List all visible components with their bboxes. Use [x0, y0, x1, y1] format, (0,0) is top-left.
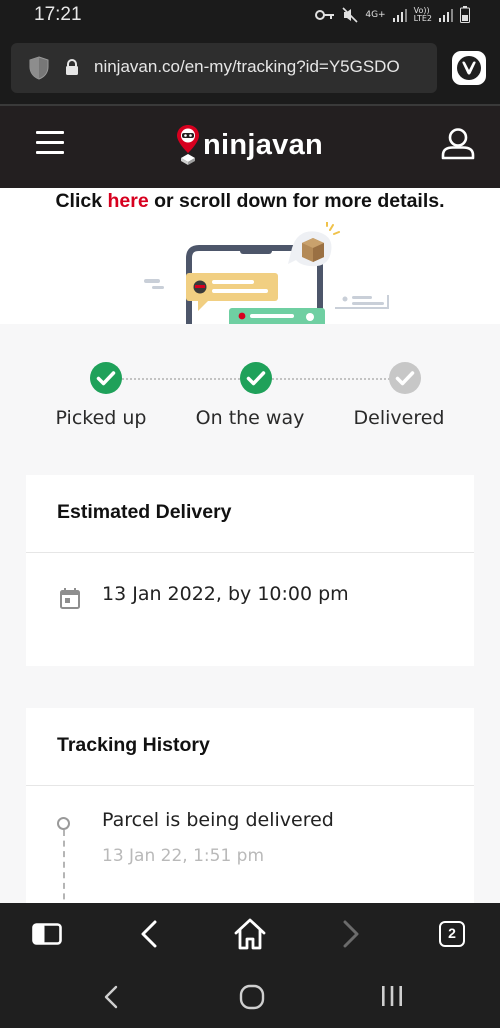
status-bar: 17:21 4G+ Vo)) LTE2 — [0, 0, 500, 34]
site-header: ninjavan — [0, 106, 500, 188]
step-label-delivered: Delivered — [353, 407, 445, 429]
estimated-delivery-value: 13 Jan 2022, by 10:00 pm — [102, 583, 349, 605]
4g-signal-icon: 4G+ — [365, 8, 385, 22]
back-arrow-icon[interactable] — [140, 920, 158, 948]
browser-toolbar: ninjavan.co/en-my/tracking?id=Y5GSDO — [0, 34, 500, 105]
system-home-icon[interactable] — [239, 984, 265, 1010]
history-event: Parcel is being delivered — [102, 809, 334, 831]
step-picked-up-check-icon — [90, 362, 122, 394]
estimated-delivery-title: Estimated Delivery — [57, 501, 232, 523]
status-icons: 4G+ Vo)) LTE2 — [315, 6, 470, 23]
ninja-pin-icon — [177, 125, 199, 165]
timeline-line — [63, 830, 65, 910]
progress-line-1 — [122, 378, 240, 380]
delivery-progress: Picked up On the way Delivered — [0, 362, 500, 442]
calendar-icon — [60, 588, 80, 609]
estimated-delivery-card: Estimated Delivery 13 Jan 2022, by 10:00… — [26, 475, 474, 666]
panel-toggle-icon[interactable] — [32, 923, 62, 945]
timeline-dot-icon — [57, 817, 70, 830]
system-recents-icon[interactable] — [380, 985, 404, 1007]
step-label-on-the-way: On the way — [195, 407, 305, 429]
tracking-history-card: Tracking History Parcel is being deliver… — [26, 708, 474, 910]
shield-icon[interactable] — [29, 56, 49, 80]
step-on-the-way-check-icon — [240, 362, 272, 394]
progress-line-2 — [272, 378, 390, 380]
tracking-illustration — [144, 222, 389, 324]
mute-icon — [342, 6, 358, 23]
home-icon[interactable] — [233, 918, 267, 950]
brand-name: ninjavan — [203, 128, 324, 161]
tabs-count: 2 — [448, 925, 456, 941]
card-divider — [26, 785, 474, 786]
battery-icon — [460, 6, 470, 23]
hero-prefix: Click — [55, 190, 108, 212]
tabs-button[interactable]: 2 — [439, 921, 465, 947]
hero-banner: Click here or scroll down for more detai… — [0, 188, 500, 324]
signal-bars-2-icon — [439, 8, 453, 22]
browser-bottom-toolbar: 2 — [0, 903, 500, 965]
network-label: 4G+ — [365, 9, 386, 20]
system-navigation-bar — [0, 965, 500, 1028]
system-back-icon[interactable] — [103, 985, 119, 1009]
card-divider — [26, 552, 474, 553]
forward-arrow-icon[interactable] — [342, 920, 360, 948]
hero-message: Click here or scroll down for more detai… — [0, 190, 500, 213]
hero-here-link[interactable]: here — [108, 190, 149, 212]
signal-bars-icon — [392, 8, 407, 22]
hamburger-menu-icon[interactable] — [36, 131, 64, 155]
user-account-icon[interactable] — [441, 128, 475, 160]
url-text[interactable]: ninjavan.co/en-my/tracking?id=Y5GSDO — [94, 57, 400, 77]
status-time: 17:21 — [34, 4, 82, 25]
step-delivered-check-icon — [389, 362, 421, 394]
lock-icon — [66, 59, 78, 75]
vivaldi-menu-icon[interactable] — [452, 51, 486, 85]
step-label-picked-up: Picked up — [55, 407, 147, 429]
hero-suffix: or scroll down for more details. — [148, 190, 445, 212]
ninjavan-logo[interactable]: ninjavan — [176, 124, 323, 166]
key-icon — [315, 9, 335, 20]
tracking-history-title: Tracking History — [57, 734, 210, 756]
history-time: 13 Jan 22, 1:51 pm — [102, 846, 265, 866]
volte-signal-icon: Vo)) LTE2 — [413, 5, 432, 23]
address-bar[interactable]: ninjavan.co/en-my/tracking?id=Y5GSDO — [11, 43, 437, 93]
